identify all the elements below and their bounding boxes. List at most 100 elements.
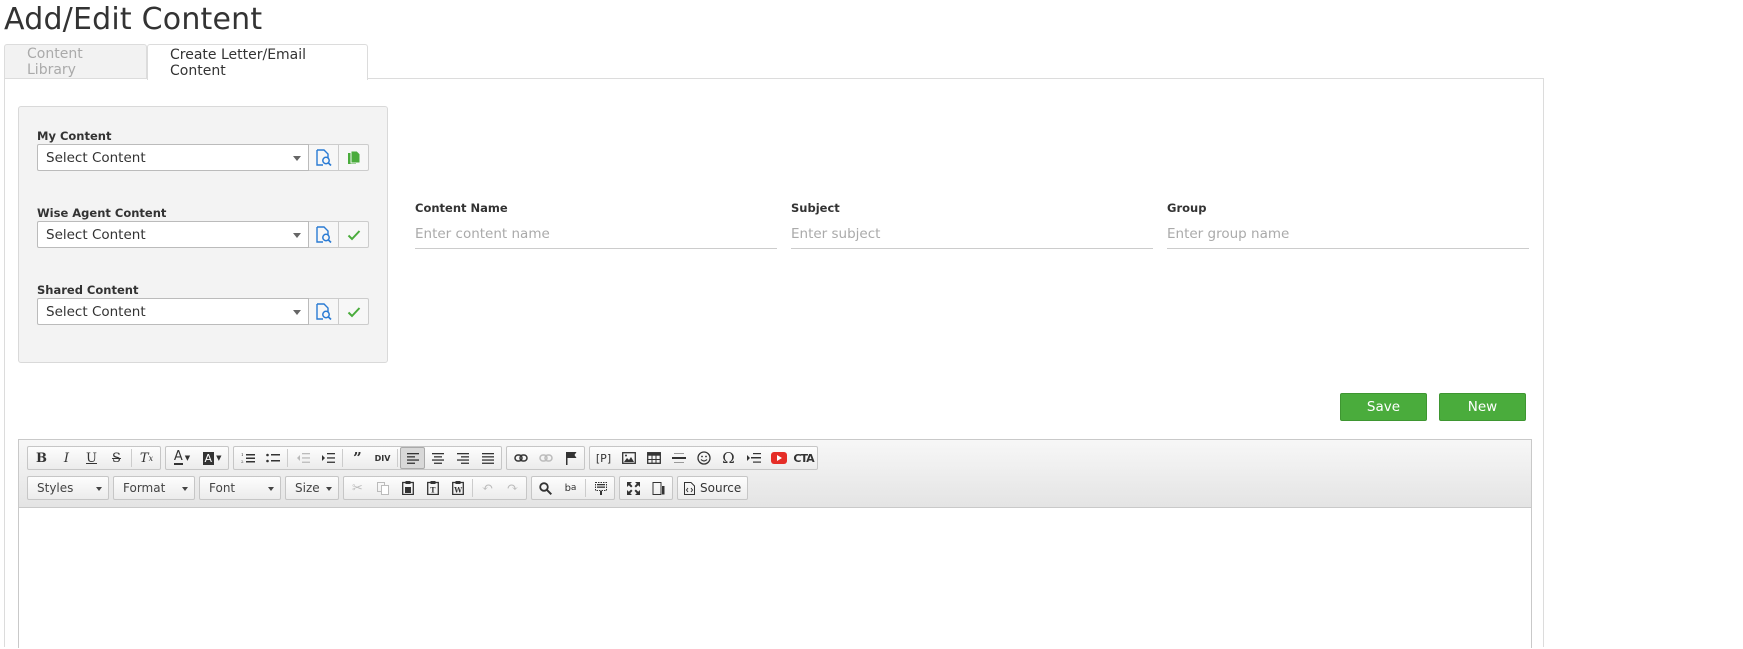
preview-button[interactable]	[309, 144, 339, 171]
create-div-icon[interactable]: DIV	[370, 447, 395, 469]
my-content-select[interactable]: Select Content	[37, 144, 309, 171]
outdent-icon[interactable]	[290, 447, 315, 469]
check-icon	[347, 229, 360, 240]
toolbar-separator	[397, 449, 398, 467]
text-color-icon[interactable]: A ▼	[167, 447, 197, 469]
tools-group	[619, 476, 673, 500]
numbered-list-icon[interactable]: 12	[235, 447, 260, 469]
special-character-icon[interactable]: Ω	[716, 447, 741, 469]
content-name-input[interactable]	[415, 219, 777, 249]
replace-icon[interactable]: ba	[558, 477, 583, 499]
clipboard-group: ✂ T W ↶ ↷	[343, 476, 527, 500]
smiley-icon[interactable]	[691, 447, 716, 469]
indent-icon[interactable]	[315, 447, 340, 469]
redo-icon[interactable]: ↷	[500, 477, 525, 499]
wise-agent-content-select-value: Select Content	[46, 226, 146, 243]
tab-bar: Content Library Create Letter/Email Cont…	[4, 44, 368, 80]
paste-text-icon[interactable]: T	[420, 477, 445, 499]
subject-field-group: Subject	[791, 201, 1153, 249]
find-group: ba	[531, 476, 615, 500]
preview-button[interactable]	[309, 298, 339, 325]
copy-icon[interactable]	[370, 477, 395, 499]
bulleted-list-icon[interactable]	[260, 447, 285, 469]
underline-icon[interactable]: U	[79, 447, 104, 469]
chevron-down-icon	[293, 310, 301, 315]
wise-agent-content-select[interactable]: Select Content	[37, 221, 309, 248]
styles-combo[interactable]: Styles	[27, 476, 109, 500]
subject-input[interactable]	[791, 219, 1153, 249]
group-field-group: Group	[1167, 201, 1529, 249]
content-source-box: My Content Select Content Wise Agent Con…	[18, 106, 388, 363]
align-center-icon[interactable]	[425, 447, 450, 469]
size-combo[interactable]: Size	[285, 476, 339, 500]
select-all-icon[interactable]	[588, 477, 613, 499]
show-blocks-icon[interactable]	[646, 477, 671, 499]
new-button[interactable]: New	[1439, 393, 1526, 421]
links-group	[506, 446, 585, 470]
font-combo[interactable]: Font	[199, 476, 281, 500]
source-icon	[684, 481, 695, 495]
wise-agent-content-label: Wise Agent Content	[37, 206, 167, 220]
align-left-icon[interactable]	[400, 447, 425, 469]
paste-icon[interactable]	[395, 477, 420, 499]
horizontal-rule-icon[interactable]	[666, 447, 691, 469]
undo-icon[interactable]: ↶	[475, 477, 500, 499]
rich-text-editor: B I U S Tx A ▼ A ▼ 12 ” DIV [P] Ω CTA St…	[18, 439, 1532, 649]
shared-content-row: Select Content	[37, 298, 369, 325]
save-button[interactable]: Save	[1340, 393, 1427, 421]
select-button[interactable]	[339, 221, 369, 248]
preview-button[interactable]	[309, 221, 339, 248]
italic-icon[interactable]: I	[54, 447, 79, 469]
chevron-down-icon	[96, 487, 102, 491]
table-icon[interactable]	[641, 447, 666, 469]
toolbar-separator	[287, 449, 288, 467]
font-combo-label: Font	[209, 481, 236, 495]
shared-content-select-value: Select Content	[46, 303, 146, 320]
bold-icon[interactable]: B	[29, 447, 54, 469]
format-combo[interactable]: Format	[113, 476, 195, 500]
paste-from-word-icon[interactable]: W	[445, 477, 470, 499]
youtube-icon[interactable]	[766, 447, 791, 469]
blockquote-icon[interactable]: ”	[345, 447, 370, 469]
anchor-flag-icon[interactable]	[558, 447, 583, 469]
cta-icon[interactable]: CTA	[791, 447, 816, 469]
toolbar-separator	[342, 449, 343, 467]
remove-format-icon[interactable]: Tx	[134, 447, 159, 469]
cut-icon[interactable]: ✂	[345, 477, 370, 499]
find-icon[interactable]	[533, 477, 558, 499]
group-input[interactable]	[1167, 219, 1529, 249]
chevron-down-icon	[293, 156, 301, 161]
shared-content-label: Shared Content	[37, 283, 139, 297]
align-right-icon[interactable]	[450, 447, 475, 469]
tab-create-letter-email-content[interactable]: Create Letter/Email Content	[147, 44, 368, 80]
svg-text:W: W	[453, 486, 462, 495]
colors-group: A ▼ A ▼	[165, 446, 229, 470]
tab-content-library[interactable]: Content Library	[4, 44, 147, 79]
page-break-icon[interactable]	[741, 447, 766, 469]
shared-content-select[interactable]: Select Content	[37, 298, 309, 325]
strikethrough-icon[interactable]: S	[104, 447, 129, 469]
svg-text:1: 1	[241, 452, 244, 457]
my-content-label: My Content	[37, 129, 112, 143]
insert-group: [P] Ω CTA	[589, 446, 818, 470]
placeholder-icon[interactable]: [P]	[591, 447, 616, 469]
source-button[interactable]: Source	[677, 476, 749, 500]
preview-icon	[316, 303, 332, 320]
select-button[interactable]	[339, 298, 369, 325]
unlink-icon[interactable]	[533, 447, 558, 469]
styles-combo-label: Styles	[37, 481, 74, 495]
svg-text:T: T	[430, 486, 436, 495]
editor-content-area[interactable]	[19, 508, 1531, 649]
toolbar-separator	[585, 479, 586, 497]
source-button-label: Source	[700, 481, 742, 495]
link-icon[interactable]	[508, 447, 533, 469]
paragraph-group: 12 ” DIV	[233, 446, 502, 470]
image-icon[interactable]	[616, 447, 641, 469]
svg-text:2: 2	[241, 459, 244, 464]
maximize-icon[interactable]	[621, 477, 646, 499]
copy-button[interactable]	[339, 144, 369, 171]
my-content-select-value: Select Content	[46, 149, 146, 166]
background-color-icon[interactable]: A ▼	[197, 447, 227, 469]
check-icon	[347, 306, 360, 317]
justify-icon[interactable]	[475, 447, 500, 469]
